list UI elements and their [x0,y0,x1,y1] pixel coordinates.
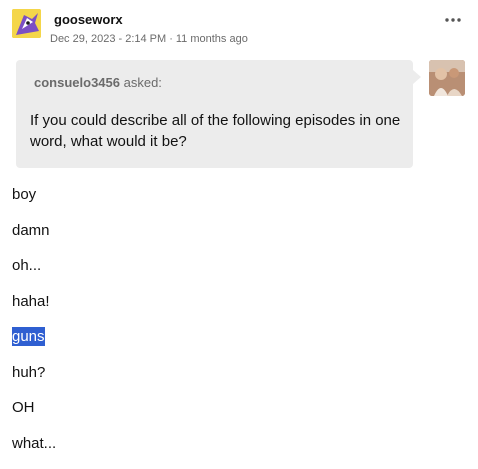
answer-line: damn [12,221,452,257]
asker-name[interactable]: consuelo3456 [34,75,120,90]
ask-question: If you could describe all of the followi… [30,110,402,152]
answer-line: OH [12,398,452,434]
answer-text: OH [12,399,35,416]
answer-line: oh... [12,256,452,292]
answer-text: haha! [12,293,50,310]
asked-label: asked: [120,75,162,90]
answer-line: what... [12,434,452,469]
more-options-button[interactable] [442,11,464,29]
post-relative-time: 11 months ago [176,33,248,45]
post-timestamp: Dec 29, 2023 - 2:14 PM·11 months ago [50,33,248,45]
asker-line: consuelo3456 asked: [34,75,162,90]
answer-list: boy damn oh... haha! guns huh? OH what..… [12,185,452,469]
answer-line: boy [12,185,452,221]
post-header: gooseworx Dec 29, 2023 - 2:14 PM·11 mont… [12,9,468,49]
answer-line: huh? [12,363,452,399]
answer-text: boy [12,186,36,203]
answer-text: what... [12,435,56,452]
answer-text: damn [12,222,50,239]
asker-avatar[interactable] [429,60,465,96]
meta-separator: · [169,33,173,45]
answer-line: haha! [12,292,452,328]
username[interactable]: gooseworx [54,12,123,27]
ask-bubble: consuelo3456 asked: If you could describ… [16,60,413,168]
answer-line: guns [12,327,452,363]
ask-block: consuelo3456 asked: If you could describ… [16,60,468,170]
answer-text: oh... [12,257,41,274]
post-date[interactable]: Dec 29, 2023 - 2:14 PM [50,33,166,45]
ellipsis-icon [444,17,462,23]
answer-text: huh? [12,364,45,381]
selected-answer-text: guns [12,327,45,346]
avatar[interactable] [12,9,41,38]
